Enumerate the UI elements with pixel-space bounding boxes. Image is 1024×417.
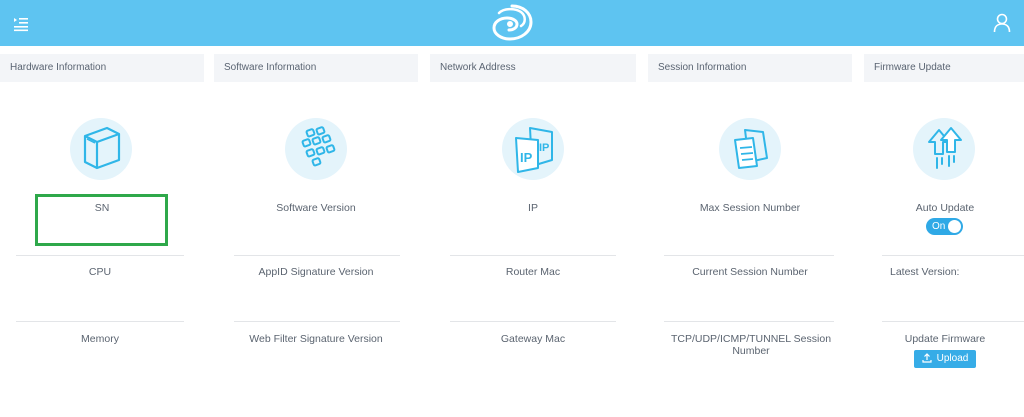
svg-text:IP: IP xyxy=(520,150,533,165)
divider xyxy=(882,255,1024,256)
divider xyxy=(234,255,400,256)
panel-header: Firmware Update xyxy=(864,54,1024,82)
web-filter-signature-label: Web Filter Signature Version xyxy=(249,333,383,345)
top-bar xyxy=(0,0,1024,46)
panel-header: Hardware Information xyxy=(0,54,204,82)
toggle-state-label: On xyxy=(932,221,946,232)
divider xyxy=(450,321,616,322)
network-panel: Network Address IP IP xyxy=(430,54,636,417)
session-panel: Session Information xyxy=(648,54,852,417)
panel-header: Session Information xyxy=(648,54,852,82)
sn-highlight-box xyxy=(35,194,168,246)
gateway-mac-label: Gateway Mac xyxy=(500,333,566,345)
panel-header: Network Address xyxy=(430,54,636,82)
divider xyxy=(664,255,834,256)
tcp-udp-session-label: TCP/UDP/ICMP/TUNNEL Session Number xyxy=(670,333,832,357)
divider xyxy=(882,321,1024,322)
toggle-knob xyxy=(948,220,961,233)
max-session-label: Max Session Number xyxy=(699,202,801,214)
latest-version-label: Latest Version: xyxy=(890,266,960,278)
auto-update-toggle[interactable]: On xyxy=(926,218,963,235)
auto-update-label: Auto Update xyxy=(915,202,975,214)
router-mac-label: Router Mac xyxy=(505,266,561,278)
upload-button[interactable]: Upload xyxy=(914,350,976,368)
ip-icon: IP IP xyxy=(502,118,564,180)
upload-button-label: Upload xyxy=(936,353,969,364)
panel-header: Software Information xyxy=(214,54,418,82)
current-session-label: Current Session Number xyxy=(692,266,808,278)
update-firmware-label: Update Firmware xyxy=(904,333,986,345)
brand-logo-icon xyxy=(490,3,534,43)
divider xyxy=(16,255,184,256)
divider xyxy=(450,255,616,256)
user-account-icon[interactable] xyxy=(993,13,1011,33)
software-version-label: Software Version xyxy=(276,202,356,214)
menu-toggle-icon[interactable] xyxy=(12,14,30,32)
divider xyxy=(16,321,184,322)
divider xyxy=(234,321,400,322)
memory-label: Memory xyxy=(81,333,119,345)
software-panel: Software Information xyxy=(214,54,418,417)
chassis-icon xyxy=(70,118,132,180)
ip-label: IP xyxy=(528,202,538,214)
session-stack-icon xyxy=(719,118,781,180)
app-grid-icon xyxy=(285,118,347,180)
divider xyxy=(664,321,834,322)
svg-text:IP: IP xyxy=(539,142,549,154)
upgrade-arrow-icon xyxy=(913,118,975,180)
upload-icon xyxy=(922,353,932,363)
appid-signature-label: AppID Signature Version xyxy=(258,266,374,278)
cpu-label: CPU xyxy=(88,266,112,278)
